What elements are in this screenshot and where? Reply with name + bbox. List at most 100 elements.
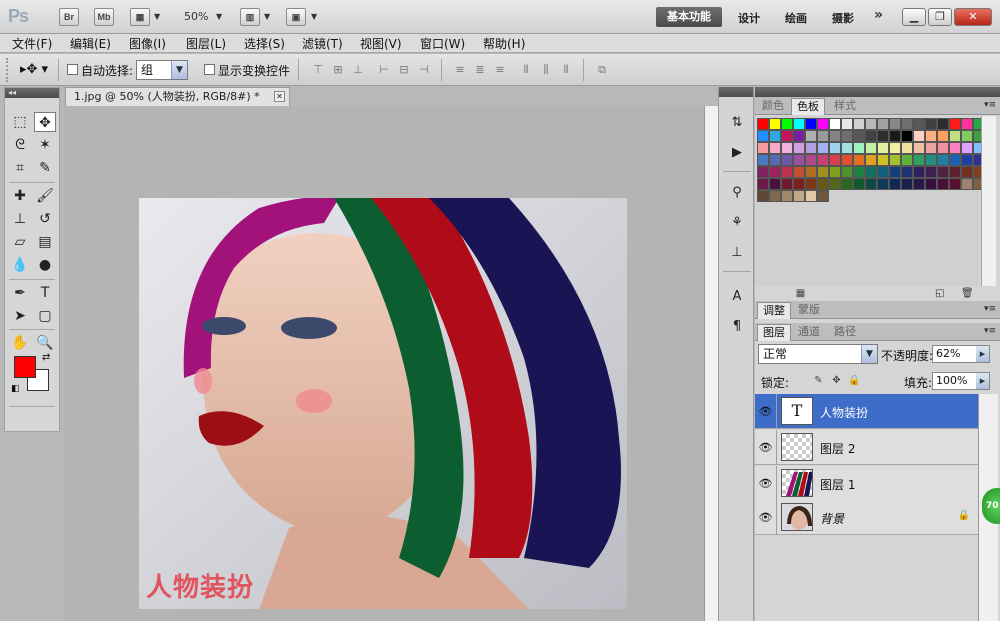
options-grip[interactable]: [6, 58, 10, 82]
swatch-color[interactable]: [889, 118, 901, 130]
default-colors-icon[interactable]: ◧: [11, 384, 20, 394]
lock-transparency-icon[interactable]: ▦: [794, 287, 807, 300]
distribute-top-icon[interactable]: ≡: [452, 63, 468, 77]
menu-layer[interactable]: 图层(L): [186, 35, 226, 52]
swatch-color[interactable]: [961, 142, 973, 154]
swatch-color[interactable]: [961, 154, 973, 166]
panel-menu-icon[interactable]: ▾≡: [984, 100, 996, 110]
swatch-color[interactable]: [757, 166, 769, 178]
swatch-color[interactable]: [913, 154, 925, 166]
chevron-down-icon[interactable]: ▼: [154, 12, 160, 21]
align-hcenter-icon[interactable]: ⊟: [396, 63, 412, 77]
swatch-color[interactable]: [925, 154, 937, 166]
align-right-icon[interactable]: ⊣: [416, 63, 432, 77]
document-vertical-scrollbar[interactable]: [704, 106, 718, 621]
swatch-color[interactable]: [817, 130, 829, 142]
swatch-color[interactable]: [901, 154, 913, 166]
swatch-color[interactable]: [961, 118, 973, 130]
clone-source-panel-icon[interactable]: ⚘: [727, 213, 747, 233]
lock-pixels-icon[interactable]: ✎: [812, 374, 825, 387]
paragraph-panel-icon[interactable]: ¶: [727, 317, 747, 337]
align-vcenter-icon[interactable]: ⊞: [330, 63, 346, 77]
swatch-color[interactable]: [853, 154, 865, 166]
panel-menu-icon[interactable]: ▾≡: [984, 326, 996, 336]
align-bottom-icon[interactable]: ⊥: [350, 63, 366, 77]
swatch-color[interactable]: [877, 130, 889, 142]
brush-presets-panel-icon[interactable]: ⚲: [727, 183, 747, 203]
hand-tool-icon[interactable]: ✋: [9, 333, 31, 353]
layer-row[interactable]: 👁 背景 🔒: [755, 500, 978, 535]
layer-row[interactable]: 👁 图层 2: [755, 430, 978, 465]
document-image[interactable]: 人物装扮: [139, 198, 627, 609]
marquee-tool-icon[interactable]: ⬚: [9, 112, 31, 132]
swatch-color[interactable]: [793, 166, 805, 178]
auto-select-checkbox[interactable]: [67, 64, 78, 75]
swatch-color[interactable]: [817, 118, 829, 130]
gradient-tool-icon[interactable]: ▤: [34, 232, 56, 252]
swatch-color[interactable]: [877, 154, 889, 166]
swatch-color[interactable]: [901, 142, 913, 154]
swatch-color[interactable]: [793, 190, 805, 202]
tool-presets-panel-icon[interactable]: ⊥: [727, 243, 747, 263]
swatch-color[interactable]: [913, 178, 925, 190]
swatch-color[interactable]: [853, 142, 865, 154]
swatch-color[interactable]: [949, 166, 961, 178]
lock-position-icon[interactable]: ✥: [830, 374, 843, 387]
swatch-color[interactable]: [961, 130, 973, 142]
menu-window[interactable]: 窗口(W): [420, 35, 465, 52]
menu-select[interactable]: 选择(S): [244, 35, 285, 52]
shape-tool-icon[interactable]: ▢: [34, 306, 56, 326]
swatch-color[interactable]: [889, 166, 901, 178]
swatch-color[interactable]: [937, 178, 949, 190]
type-tool-icon[interactable]: T: [34, 283, 56, 303]
swatch-color[interactable]: [937, 118, 949, 130]
crop-tool-icon[interactable]: ⌗: [9, 158, 31, 178]
distribute-bottom-icon[interactable]: ≡: [492, 63, 508, 77]
move-tool-icon[interactable]: ✥: [34, 112, 56, 132]
swatch-color[interactable]: [793, 130, 805, 142]
swatch-color[interactable]: [877, 118, 889, 130]
lock-all-icon[interactable]: 🔒: [848, 374, 861, 387]
tab-color[interactable]: 颜色: [757, 98, 789, 115]
tab-styles[interactable]: 样式: [829, 98, 861, 115]
arrange-documents-button[interactable]: ▥: [240, 8, 260, 26]
menu-file[interactable]: 文件(F): [12, 35, 52, 52]
chevron-down-icon[interactable]: ▼: [311, 12, 317, 21]
swatch-color[interactable]: [949, 154, 961, 166]
align-left-icon[interactable]: ⊢: [376, 63, 392, 77]
move-tool-preset-icon[interactable]: ▸✥ ▾: [20, 62, 48, 77]
swap-colors-icon[interactable]: ⇄: [42, 352, 50, 363]
swatch-color[interactable]: [769, 178, 781, 190]
swatch-color[interactable]: [781, 154, 793, 166]
swatch-color[interactable]: [889, 154, 901, 166]
tab-paths[interactable]: 路径: [829, 324, 861, 341]
swatch-color[interactable]: [889, 130, 901, 142]
swatch-color[interactable]: [805, 178, 817, 190]
swatch-color[interactable]: [817, 142, 829, 154]
swatch-color[interactable]: [829, 142, 841, 154]
fill-field[interactable]: 100% ▶: [932, 372, 990, 390]
swatch-color[interactable]: [805, 118, 817, 130]
swatch-color[interactable]: [877, 166, 889, 178]
swatch-color[interactable]: [901, 178, 913, 190]
swatch-color[interactable]: [793, 118, 805, 130]
swatch-color[interactable]: [781, 178, 793, 190]
lasso-tool-icon[interactable]: ᘓ: [9, 135, 31, 155]
swatch-color[interactable]: [925, 178, 937, 190]
swatch-color[interactable]: [865, 178, 877, 190]
tab-layers[interactable]: 图层: [757, 324, 791, 341]
swatch-color[interactable]: [781, 130, 793, 142]
swatch-color[interactable]: [841, 130, 853, 142]
swatch-color[interactable]: [781, 118, 793, 130]
swatch-color[interactable]: [829, 154, 841, 166]
swatch-color[interactable]: [913, 142, 925, 154]
swatch-color[interactable]: [937, 154, 949, 166]
swatch-color[interactable]: [877, 178, 889, 190]
swatch-color[interactable]: [841, 118, 853, 130]
swatch-color[interactable]: [817, 154, 829, 166]
swatch-color[interactable]: [781, 142, 793, 154]
workspace-essentials[interactable]: 基本功能: [656, 7, 722, 27]
more-workspaces-button[interactable]: »: [874, 7, 883, 23]
clone-stamp-tool-icon[interactable]: ⊥: [9, 209, 31, 229]
swatch-color[interactable]: [949, 130, 961, 142]
